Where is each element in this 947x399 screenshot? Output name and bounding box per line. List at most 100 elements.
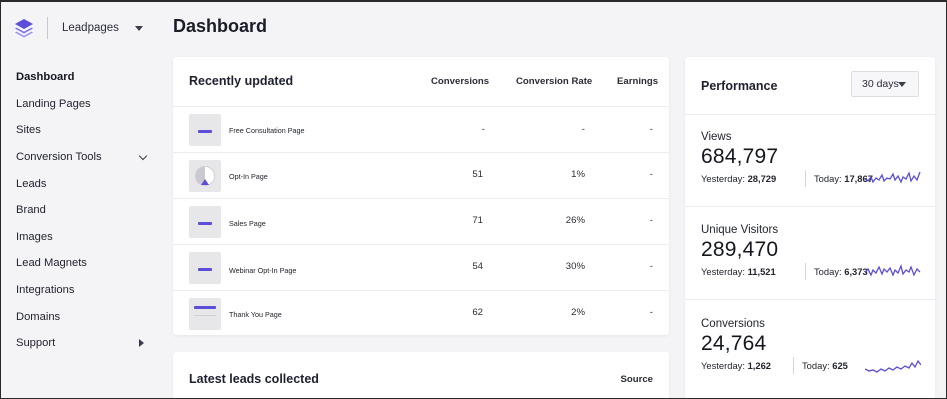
conversion-rate-cell: -	[581, 124, 585, 135]
today-stat: Today: 625	[802, 360, 848, 371]
metric-unique-visitors: Unique Visitors 289,470 Yesterday: 11,52…	[701, 224, 921, 281]
latest-leads-card: Latest leads collected Source	[173, 352, 669, 398]
sidebar-item-images[interactable]: Images	[16, 224, 150, 251]
stat-divider	[805, 263, 806, 280]
sidebar-item-label: Leads	[16, 177, 47, 190]
earnings-cell: -	[649, 124, 653, 135]
metric-value: 684,797	[701, 145, 779, 168]
bar-thumbnail-icon	[189, 252, 221, 284]
sidebar-item-label: Support	[16, 337, 56, 350]
today-stat: Today: 6,373	[814, 266, 868, 277]
sidebar-item-domains[interactable]: Domains	[16, 303, 150, 330]
conversion-rate-cell: 26%	[565, 215, 585, 226]
chevron-down-icon	[138, 151, 148, 160]
metric-views: Views 684,797 Yesterday: 28,729 Today: 1…	[701, 131, 921, 188]
earnings-cell: -	[649, 215, 653, 226]
leadpages-logo-icon	[13, 17, 35, 39]
metric-label: Conversions	[701, 318, 765, 330]
conversions-cell: 51	[472, 169, 483, 180]
sidebar-item-landing-pages[interactable]: Landing Pages	[16, 91, 150, 118]
metric-detail: Yesterday: 1,262 Today: 625	[701, 357, 921, 375]
sidebar-item-sites[interactable]: Sites	[16, 117, 150, 144]
divider	[685, 299, 935, 300]
yesterday-stat: Yesterday: 28,729	[701, 173, 777, 184]
page-name[interactable]: Opt-In Page	[229, 172, 268, 181]
triangle-right-icon	[139, 339, 144, 348]
sparkline-icon	[865, 263, 921, 277]
conversions-cell: 54	[472, 261, 483, 272]
date-range-label: 30 days	[862, 78, 899, 90]
sidebar-item-label: Dashboard	[16, 71, 75, 84]
sidebar-item-label: Brand	[16, 204, 46, 217]
sidebar-item-lead-magnets[interactable]: Lead Magnets	[16, 250, 150, 277]
account-switcher[interactable]: Leadpages	[13, 16, 147, 40]
table-row[interactable]: Free Consultation Page - - -	[173, 107, 669, 153]
page-name[interactable]: Thank You Page	[229, 310, 282, 319]
metric-detail: Yesterday: 11,521 Today: 6,373	[701, 263, 921, 281]
earnings-cell: -	[649, 261, 653, 272]
sidebar-item-label: Images	[16, 230, 53, 243]
conversions-cell: 71	[472, 215, 483, 226]
sidebar-nav: Dashboard Landing Pages Sites Conversion…	[16, 64, 150, 357]
column-header-earnings: Earnings	[617, 76, 659, 87]
conversion-rate-cell: 30%	[565, 261, 585, 272]
sidebar-item-leads[interactable]: Leads	[16, 170, 150, 197]
sidebar-item-label: Lead Magnets	[16, 257, 87, 270]
divider	[685, 114, 935, 115]
bar-thumbnail-icon	[189, 114, 221, 146]
sidebar-item-dashboard[interactable]: Dashboard	[16, 64, 150, 91]
sidebar-item-support[interactable]: Support	[16, 330, 150, 357]
bar-thumbnail-icon	[189, 206, 221, 238]
table-row[interactable]: Thank You Page 62 2% -	[173, 291, 669, 337]
metric-value: 24,764	[701, 332, 767, 355]
caret-down-icon	[898, 82, 906, 87]
table-row[interactable]: Sales Page 71 26% -	[173, 199, 669, 245]
column-header-conversions: Conversions	[431, 76, 490, 87]
earnings-cell: -	[649, 169, 653, 180]
conversions-cell: 62	[472, 307, 483, 318]
wide-bar-thumbnail-icon	[189, 298, 221, 330]
caret-down-icon	[135, 25, 143, 31]
app-window: Leadpages Dashboard Landing Pages Sites …	[0, 0, 947, 399]
latest-leads-title: Latest leads collected	[189, 372, 319, 386]
recently-updated-title: Recently updated	[189, 74, 294, 88]
stat-divider	[805, 170, 806, 187]
metric-detail: Yesterday: 28,729 Today: 17,867	[701, 170, 921, 188]
performance-card: Performance 30 days Views 684,797 Yester…	[685, 57, 935, 398]
table-row[interactable]: Opt-In Page 51 1% -	[173, 153, 669, 199]
conversions-cell: -	[481, 124, 485, 135]
stat-divider	[793, 357, 794, 374]
sidebar: Leadpages Dashboard Landing Pages Sites …	[1, 2, 159, 398]
recently-updated-card: Recently updated Conversions Conversion …	[173, 57, 669, 335]
metric-label: Views	[701, 131, 732, 143]
page-name[interactable]: Sales Page	[229, 219, 266, 228]
brand-divider	[47, 17, 48, 39]
account-name: Leadpages	[62, 22, 119, 34]
sidebar-item-label: Conversion Tools	[16, 151, 102, 164]
sidebar-item-integrations[interactable]: Integrations	[16, 277, 150, 304]
conversion-rate-cell: 2%	[571, 307, 585, 318]
metric-conversions: Conversions 24,764 Yesterday: 1,262 Toda…	[701, 318, 921, 375]
sidebar-item-conversion-tools[interactable]: Conversion Tools	[16, 144, 150, 171]
performance-title: Performance	[701, 79, 778, 93]
page-title: Dashboard	[173, 16, 268, 36]
page-name[interactable]: Free Consultation Page	[229, 126, 305, 135]
sidebar-item-label: Sites	[16, 124, 41, 137]
divider	[685, 206, 935, 207]
pie-thumbnail-icon	[189, 160, 221, 192]
date-range-dropdown[interactable]: 30 days	[851, 71, 919, 97]
earnings-cell: -	[649, 307, 653, 318]
sidebar-item-label: Integrations	[16, 284, 75, 297]
page-name[interactable]: Webinar Opt-In Page	[229, 266, 296, 275]
sidebar-item-brand[interactable]: Brand	[16, 197, 150, 224]
column-header-conversion-rate: Conversion Rate	[516, 76, 593, 87]
table-row[interactable]: Webinar Opt-In Page 54 30% -	[173, 245, 669, 291]
conversion-rate-cell: 1%	[571, 169, 585, 180]
sparkline-icon	[865, 171, 921, 184]
sidebar-item-label: Landing Pages	[16, 97, 91, 110]
sparkline-icon	[865, 359, 921, 373]
metric-label: Unique Visitors	[701, 224, 779, 236]
sidebar-item-label: Domains	[16, 310, 61, 323]
yesterday-stat: Yesterday: 1,262	[701, 360, 772, 371]
recently-updated-header: Recently updated Conversions Conversion …	[173, 57, 669, 107]
